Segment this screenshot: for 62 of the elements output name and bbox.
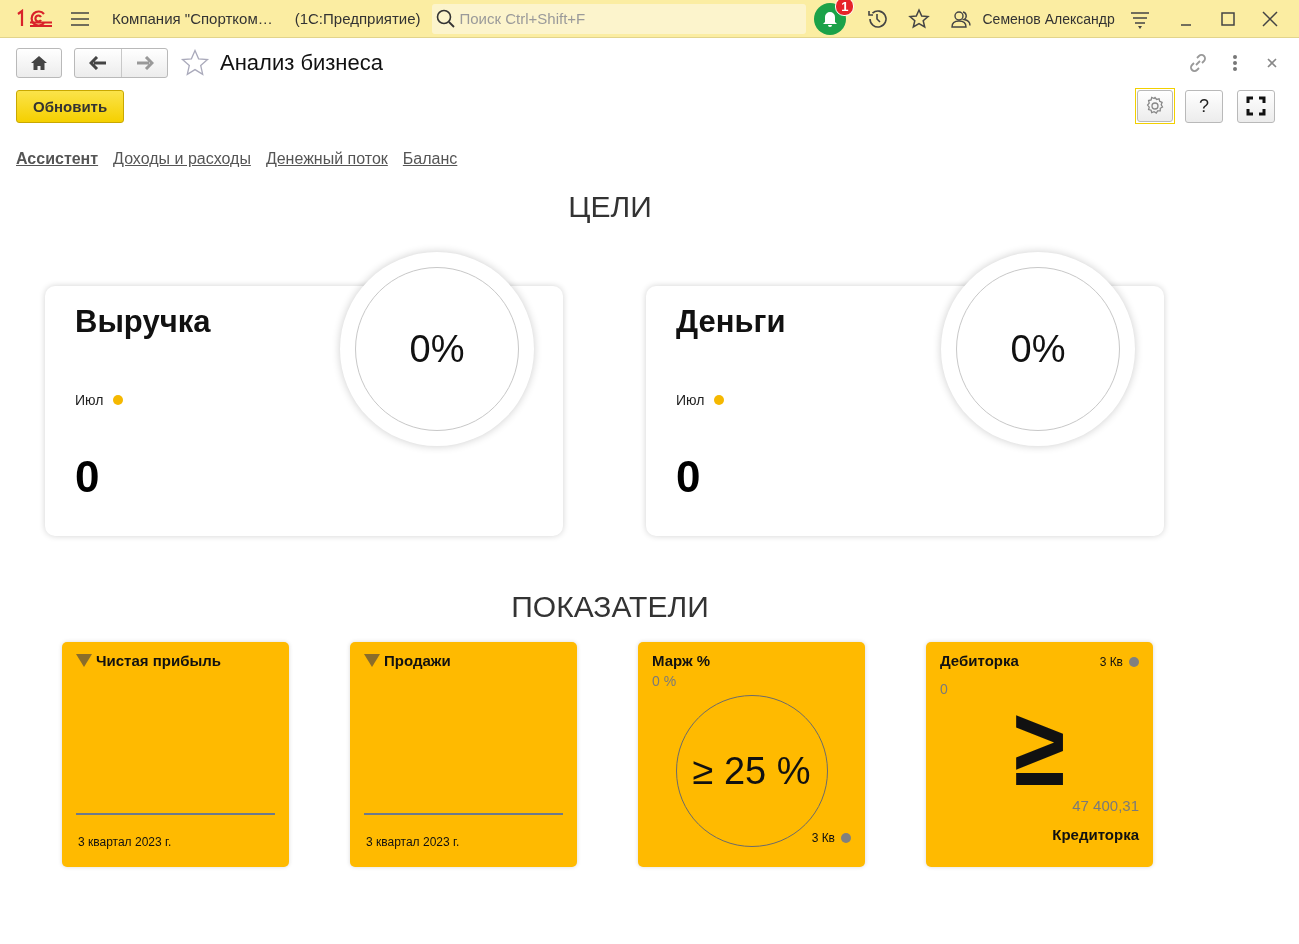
status-dot: [714, 395, 725, 405]
home-button[interactable]: [16, 48, 62, 78]
form-title: Анализ бизнеса: [220, 50, 383, 76]
tile-period: 3 Кв: [811, 831, 835, 845]
goal-name: Деньги: [676, 304, 786, 340]
tab[interactable]: Баланс: [402, 150, 458, 168]
tab[interactable]: Денежный поток: [265, 150, 388, 168]
goal-period: Июл: [676, 392, 705, 408]
section-heading: ЦЕЛИ: [567, 190, 653, 224]
tab[interactable]: Ассистент: [16, 150, 99, 168]
section-heading: ПОКАЗАТЕЛИ: [510, 590, 710, 624]
settings-icon: [1145, 96, 1165, 116]
status-dot: [841, 833, 851, 843]
bell-icon: [821, 9, 840, 28]
goal-period: Июл: [75, 392, 104, 408]
goal-value: 0: [75, 452, 100, 502]
tile-title: Марж %: [652, 652, 711, 669]
comparison-sign: ≥: [1013, 685, 1066, 808]
app-name: (1С:Предприятие): [294, 10, 421, 27]
status-dot: [113, 395, 124, 405]
search-icon: [436, 8, 457, 29]
status-dot: [1129, 657, 1139, 667]
goal-name: Выручка: [75, 304, 211, 340]
fullscreen-button[interactable]: [1237, 89, 1275, 123]
goal-percent: 0%: [1010, 327, 1066, 371]
company-name: Компания "Спортком…: [112, 10, 273, 27]
tile-title: Продажи: [384, 652, 451, 669]
indicator-tile[interactable]: Продажи 3 квартал 2023 г.: [350, 642, 577, 867]
trend-down-icon: [76, 654, 92, 667]
logo-icon: [16, 8, 54, 29]
notification-count: 1: [835, 0, 855, 16]
target-value: ≥ 25 %: [692, 749, 811, 793]
tile-period: 3 Кв: [1099, 655, 1123, 669]
goal-percent: 0%: [409, 327, 465, 371]
indicator-tile[interactable]: Марж % 0 % ≥ 25 % 3 Кв: [638, 642, 865, 867]
arrow-right-icon: [135, 56, 154, 70]
notifications-button[interactable]: [814, 2, 847, 35]
help-button[interactable]: ?: [1185, 89, 1223, 123]
history-icon[interactable]: [866, 7, 889, 30]
goal-value: 0: [676, 452, 701, 502]
refresh-button[interactable]: Обновить: [16, 89, 125, 123]
tab[interactable]: Доходы и расходы: [113, 150, 251, 168]
tile-value: 47 400,31: [1072, 797, 1139, 814]
fullscreen-icon: [1246, 96, 1266, 116]
star-icon[interactable]: [908, 7, 931, 30]
tile-value: 0: [940, 681, 948, 697]
tile-title: Чистая прибыль: [96, 652, 221, 669]
favorite-star-icon[interactable]: [180, 49, 210, 77]
arrow-left-icon: [89, 56, 107, 70]
home-icon: [30, 55, 48, 71]
menu-icon[interactable]: [70, 10, 90, 27]
indicator-tile[interactable]: Чистая прибыль 3 квартал 2023 г.: [62, 642, 289, 867]
trend-down-icon: [364, 654, 380, 667]
tile-value: 0 %: [652, 673, 677, 689]
link-icon[interactable]: [1187, 52, 1209, 74]
tile-period: 3 квартал 2023 г.: [78, 835, 172, 849]
settings-button[interactable]: [1137, 90, 1173, 122]
tile-title: Дебиторка: [940, 652, 1019, 669]
search-field[interactable]: Поиск Ctrl+Shift+F: [432, 3, 807, 34]
tile-period: 3 квартал 2023 г.: [366, 835, 460, 849]
user-name[interactable]: Семенов Александр: [982, 10, 1115, 27]
tile-title: Кредиторка: [1052, 826, 1139, 843]
